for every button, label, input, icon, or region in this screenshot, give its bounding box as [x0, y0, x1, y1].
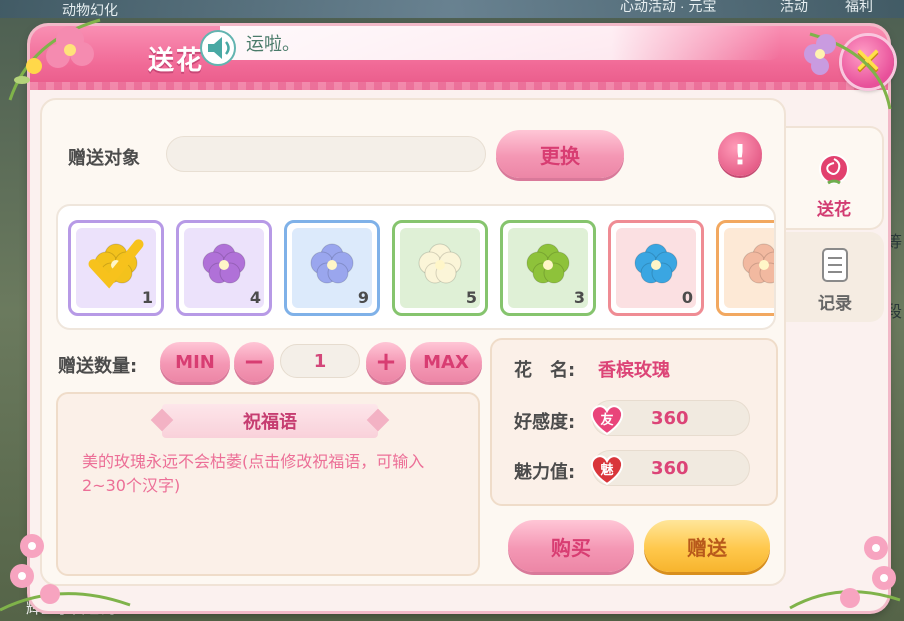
charm-heart-icon: 魅: [590, 455, 624, 486]
announcement-marquee: [220, 26, 780, 60]
favor-value: 360: [651, 408, 689, 429]
blessing-text[interactable]: 美的玫瑰永远不会枯萎(点击修改祝福语，可输入2~30个汉字): [82, 450, 462, 498]
buy-button[interactable]: 购买: [508, 520, 634, 572]
change-target-button[interactable]: 更换: [496, 130, 624, 178]
flower-count: 5: [465, 288, 477, 307]
send-flower-dialog: 送花 运啦。 ✕ 赠送对象 更换 ! 149530 赠送数量: MIN − 1 …: [30, 26, 894, 611]
target-label: 赠送对象: [68, 148, 140, 169]
flower-card[interactable]: 1: [68, 220, 164, 316]
charm-label: 魅力值:: [514, 462, 576, 483]
flower-info-panel: 花 名: 香槟玫瑰 好感度: 友 360 魅力值: 魅 360: [490, 338, 778, 506]
info-button[interactable]: !: [718, 132, 762, 176]
flower-count: 0: [681, 288, 693, 307]
favor-stat: 友 360: [590, 400, 750, 436]
dialog-title: 送花: [148, 46, 205, 76]
background-side-text: 等: [886, 234, 903, 251]
corner-flower-decoration-icon: [0, 534, 131, 612]
hydrangea-icon: [310, 243, 354, 284]
flower-count: 9: [357, 288, 369, 307]
gift-button[interactable]: 赠送: [644, 520, 770, 572]
decrease-quantity-button[interactable]: −: [234, 342, 274, 382]
tab-send-flower[interactable]: 送花: [786, 126, 884, 230]
tab-record[interactable]: 记录: [786, 232, 884, 322]
check-icon: [88, 239, 144, 289]
background-top-strip: [0, 0, 904, 18]
min-quantity-button[interactable]: MIN: [160, 342, 230, 382]
clover-icon: [526, 243, 570, 284]
flower-card[interactable]: 5: [392, 220, 488, 316]
charm-stat: 魅 360: [590, 450, 750, 486]
increase-quantity-button[interactable]: +: [366, 342, 406, 382]
flower-card[interactable]: 4: [176, 220, 272, 316]
tab-send-label: 送花: [817, 200, 851, 220]
flower-count: 4: [249, 288, 261, 307]
svg-text:友: 友: [600, 412, 613, 428]
rose-icon: [819, 154, 849, 185]
charm-value: 360: [651, 458, 689, 479]
svg-text:魅: 魅: [600, 462, 613, 478]
tab-record-label: 记录: [818, 294, 852, 314]
corner-flower-decoration-icon: [8, 18, 101, 101]
blessing-title: 祝福语: [162, 404, 378, 438]
flower-selection-strip: 1 4 9 5 3 0: [56, 204, 776, 330]
announcement-text: 运啦。: [246, 34, 300, 55]
speaker-icon: [200, 30, 236, 66]
flower-count: 3: [573, 288, 585, 307]
lily-icon: [418, 243, 462, 284]
background-side-text: 段: [886, 304, 903, 321]
flower-name-value: 香槟玫瑰: [598, 360, 670, 381]
favor-heart-icon: 友: [590, 405, 624, 436]
favor-label: 好感度:: [514, 412, 576, 433]
bouquet-icon: [742, 243, 774, 284]
flower-card[interactable]: 9: [284, 220, 380, 316]
corner-flower-decoration-icon: [804, 32, 892, 110]
target-input[interactable]: [166, 136, 486, 172]
flower-card[interactable]: [716, 220, 774, 316]
quantity-label: 赠送数量:: [58, 356, 138, 377]
flower-name-label: 花 名:: [514, 360, 576, 381]
max-quantity-button[interactable]: MAX: [410, 342, 482, 382]
blue-rose-icon: [634, 243, 678, 284]
corner-flower-decoration-icon: [789, 536, 901, 610]
flower-card[interactable]: 3: [500, 220, 596, 316]
content-panel: 赠送对象 更换 ! 1 4 9 5 3 0 赠送数量: MIN − 1 + MAX 祝福语…: [40, 98, 786, 586]
purple-flower-icon: [202, 243, 246, 284]
notepad-icon: [822, 248, 848, 282]
flower-card[interactable]: 0: [608, 220, 704, 316]
quantity-input[interactable]: 1: [280, 344, 360, 378]
background-menu-text: 心动活动 · 元宝: [620, 0, 717, 14]
